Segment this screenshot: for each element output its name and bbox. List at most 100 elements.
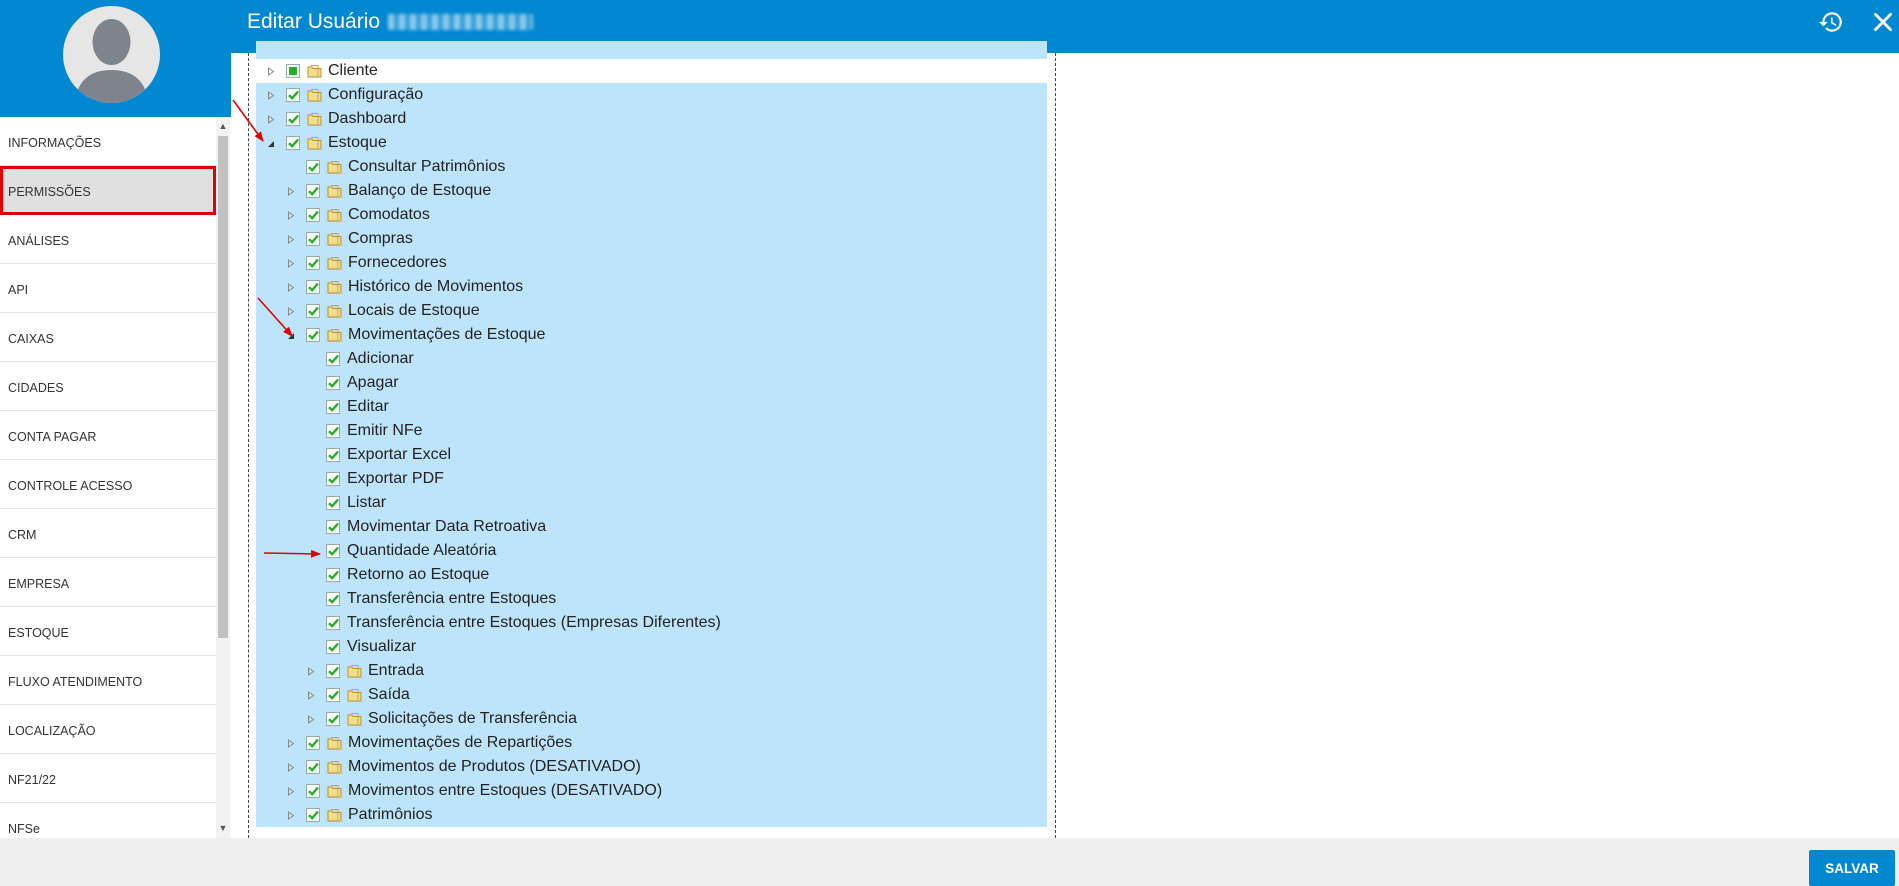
- tree-item-label[interactable]: Saída: [368, 683, 410, 707]
- sidebar-item-permissoes[interactable]: PERMISSÕES: [0, 166, 216, 215]
- tree-item-label[interactable]: Listar: [347, 491, 386, 515]
- tree-item-label[interactable]: Transferência entre Estoques (Empresas D…: [347, 611, 721, 635]
- permission-checkbox[interactable]: [326, 496, 340, 510]
- tree-item-label[interactable]: Emitir NFe: [347, 419, 423, 443]
- sidebar-item-conta-pagar[interactable]: CONTA PAGAR: [0, 411, 216, 460]
- tree-item-label[interactable]: Dashboard: [328, 107, 406, 131]
- collapsed-triangle-icon[interactable]: [284, 731, 298, 755]
- sidebar-item-fluxo-atendimento[interactable]: FLUXO ATENDIMENTO: [0, 656, 216, 705]
- permission-checkbox[interactable]: [326, 688, 340, 702]
- tree-item-label[interactable]: Cliente: [328, 59, 378, 83]
- permission-checkbox[interactable]: [306, 232, 320, 246]
- permission-checkbox[interactable]: [306, 760, 320, 774]
- tree-item-label[interactable]: Fornecedores: [348, 251, 447, 275]
- tree-item-label[interactable]: Visualizar: [347, 635, 416, 659]
- avatar[interactable]: [63, 6, 160, 103]
- sidebar-item-crm[interactable]: CRM: [0, 509, 216, 558]
- sidebar-item-localizacao[interactable]: LOCALIZAÇÃO: [0, 705, 216, 754]
- tree-item-label[interactable]: Comodatos: [348, 203, 430, 227]
- permission-checkbox[interactable]: [286, 136, 300, 150]
- expanded-triangle-icon[interactable]: [264, 131, 278, 155]
- collapsed-triangle-icon[interactable]: [264, 107, 278, 131]
- collapsed-triangle-icon[interactable]: [284, 803, 298, 827]
- permission-checkbox[interactable]: [326, 352, 340, 366]
- permission-checkbox[interactable]: [306, 208, 320, 222]
- collapsed-triangle-icon[interactable]: [284, 779, 298, 803]
- collapsed-triangle-icon[interactable]: [304, 683, 318, 707]
- permission-checkbox[interactable]: [326, 568, 340, 582]
- sidebar-item-analises[interactable]: ANÁLISES: [0, 215, 216, 264]
- permission-checkbox[interactable]: [326, 544, 340, 558]
- tree-item-label[interactable]: Balanço de Estoque: [348, 179, 491, 203]
- permission-checkbox[interactable]: [306, 256, 320, 270]
- tree-item-label[interactable]: Exportar PDF: [347, 467, 444, 491]
- collapsed-triangle-icon[interactable]: [304, 659, 318, 683]
- tree-item-label[interactable]: Configuração: [328, 83, 423, 107]
- permission-checkbox[interactable]: [326, 520, 340, 534]
- tree-item-label[interactable]: Retorno ao Estoque: [347, 563, 489, 587]
- tree-item-label[interactable]: Consultar Patrimônios: [348, 155, 505, 179]
- collapsed-triangle-icon[interactable]: [284, 203, 298, 227]
- permission-checkbox[interactable]: [306, 304, 320, 318]
- permission-checkbox[interactable]: [326, 376, 340, 390]
- tree-item-label[interactable]: Quantidade Aleatória: [347, 539, 496, 563]
- tree-item-label[interactable]: Entrada: [368, 659, 424, 683]
- tree-item-label[interactable]: Compras: [348, 227, 413, 251]
- permission-checkbox[interactable]: [286, 88, 300, 102]
- close-button[interactable]: [1870, 9, 1896, 35]
- tree-item-label[interactable]: Estoque: [328, 131, 387, 155]
- sidebar-item-cidades[interactable]: CIDADES: [0, 362, 216, 411]
- tree-item-label[interactable]: Movimentações de Repartições: [348, 731, 572, 755]
- permission-checkbox[interactable]: [286, 112, 300, 126]
- collapsed-triangle-icon[interactable]: [264, 83, 278, 107]
- tree-item-label[interactable]: Movimentos entre Estoques (DESATIVADO): [348, 779, 662, 803]
- permission-checkbox[interactable]: [306, 160, 320, 174]
- permission-checkbox[interactable]: [326, 400, 340, 414]
- sidebar-item-empresa[interactable]: EMPRESA: [0, 558, 216, 607]
- partial-checkbox[interactable]: [286, 64, 300, 78]
- collapsed-triangle-icon[interactable]: [284, 299, 298, 323]
- collapsed-triangle-icon[interactable]: [284, 755, 298, 779]
- permission-checkbox[interactable]: [326, 424, 340, 438]
- permission-checkbox[interactable]: [306, 736, 320, 750]
- tree-item-label[interactable]: Movimentações de Estoque: [348, 323, 545, 347]
- collapsed-triangle-icon[interactable]: [284, 227, 298, 251]
- permission-checkbox[interactable]: [306, 808, 320, 822]
- collapsed-triangle-icon[interactable]: [284, 179, 298, 203]
- sidebar-item-caixas[interactable]: CAIXAS: [0, 313, 216, 362]
- sidebar-scrollbar-thumb[interactable]: [218, 136, 228, 638]
- permission-checkbox[interactable]: [306, 280, 320, 294]
- permission-checkbox[interactable]: [326, 472, 340, 486]
- collapsed-triangle-icon[interactable]: [264, 59, 278, 83]
- permission-checkbox[interactable]: [326, 448, 340, 462]
- collapsed-triangle-icon[interactable]: [304, 707, 318, 731]
- permission-checkbox[interactable]: [306, 784, 320, 798]
- permission-checkbox[interactable]: [326, 640, 340, 654]
- tree-item-label[interactable]: Movimentos de Produtos (DESATIVADO): [348, 755, 641, 779]
- tree-item-label[interactable]: Patrimônios: [348, 803, 432, 827]
- scroll-up-arrow-icon[interactable]: ▲: [216, 119, 230, 133]
- sidebar-item-nfse[interactable]: NFSe: [0, 803, 216, 838]
- permission-checkbox[interactable]: [326, 664, 340, 678]
- expanded-triangle-icon[interactable]: [284, 323, 298, 347]
- sidebar-item-api[interactable]: API: [0, 264, 216, 313]
- tree-item-label[interactable]: Movimentar Data Retroativa: [347, 515, 546, 539]
- tree-item-label[interactable]: Exportar Excel: [347, 443, 451, 467]
- permission-checkbox[interactable]: [326, 592, 340, 606]
- save-button[interactable]: SALVAR: [1809, 850, 1895, 886]
- sidebar-item-estoque[interactable]: ESTOQUE: [0, 607, 216, 656]
- tree-item-label[interactable]: Transferência entre Estoques: [347, 587, 556, 611]
- history-button[interactable]: [1818, 9, 1844, 35]
- tree-item-label[interactable]: Locais de Estoque: [348, 299, 480, 323]
- permission-checkbox[interactable]: [306, 184, 320, 198]
- sidebar-item-informacoes[interactable]: INFORMAÇÕES: [0, 117, 216, 166]
- permission-checkbox[interactable]: [326, 616, 340, 630]
- tree-item-label[interactable]: Editar: [347, 395, 389, 419]
- collapsed-triangle-icon[interactable]: [284, 275, 298, 299]
- permission-checkbox[interactable]: [306, 328, 320, 342]
- tree-item-label[interactable]: Solicitações de Transferência: [368, 707, 577, 731]
- tree-item-label[interactable]: Apagar: [347, 371, 399, 395]
- tree-item-label[interactable]: Adicionar: [347, 347, 414, 371]
- sidebar-item-nf21-22[interactable]: NF21/22: [0, 754, 216, 803]
- scroll-down-arrow-icon[interactable]: ▼: [216, 821, 230, 835]
